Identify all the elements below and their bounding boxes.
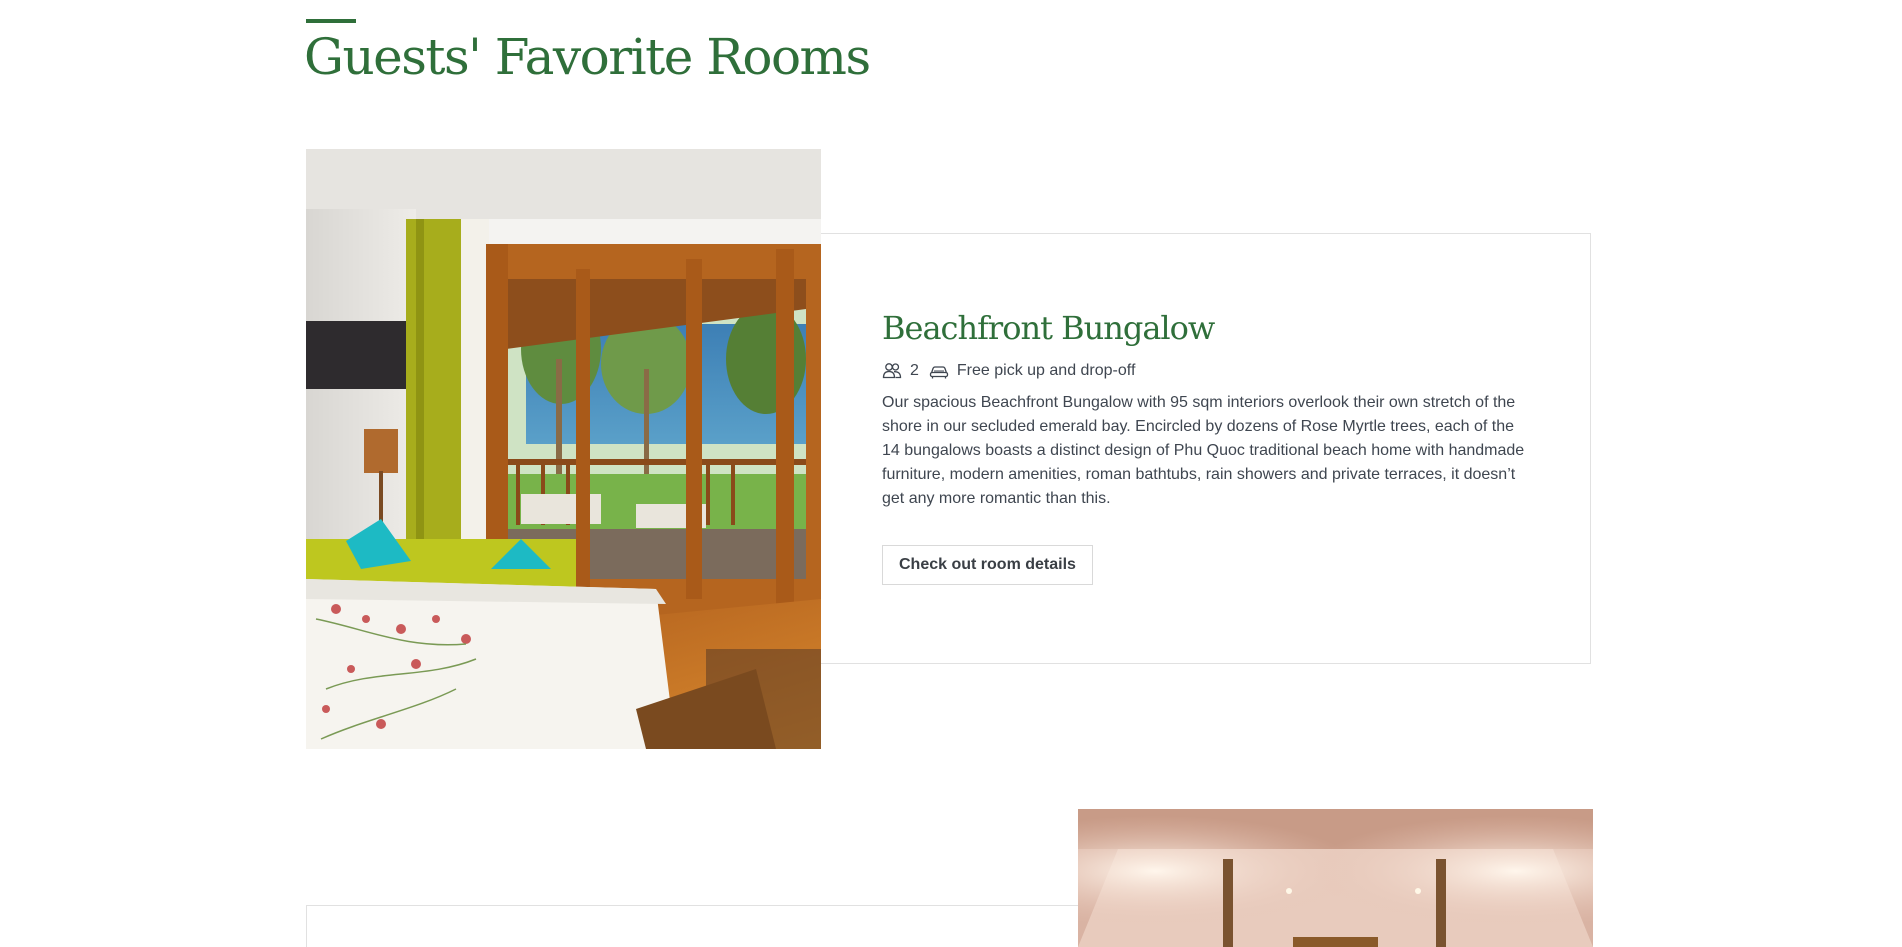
room-2-illustration [1078, 809, 1593, 947]
room-description: Our spacious Beachfront Bungalow with 95… [882, 394, 1525, 507]
room-card-2 [306, 905, 1079, 947]
room-details-button[interactable]: Check out room details [882, 545, 1093, 585]
page: Guests' Favorite Rooms Beachfront Bungal… [0, 0, 1902, 947]
room-amenities: 2 Free pick up and drop-off [882, 362, 1135, 380]
room-card-beachfront-bungalow: Beachfront Bungalow 2 Free pick up and d… [821, 233, 1591, 664]
guests-count: 2 [910, 362, 919, 379]
title-accent-line [306, 19, 356, 23]
guests-icon [882, 362, 902, 380]
room-name: Beachfront Bungalow [882, 309, 1215, 347]
room-photo-beachfront-bungalow[interactable] [306, 149, 821, 749]
bedroom-illustration [306, 149, 821, 749]
room-photo-2[interactable] [1078, 809, 1593, 947]
transfer-label: Free pick up and drop-off [956, 362, 1136, 379]
section-title: Guests' Favorite Rooms [304, 28, 871, 86]
car-icon [929, 362, 949, 380]
